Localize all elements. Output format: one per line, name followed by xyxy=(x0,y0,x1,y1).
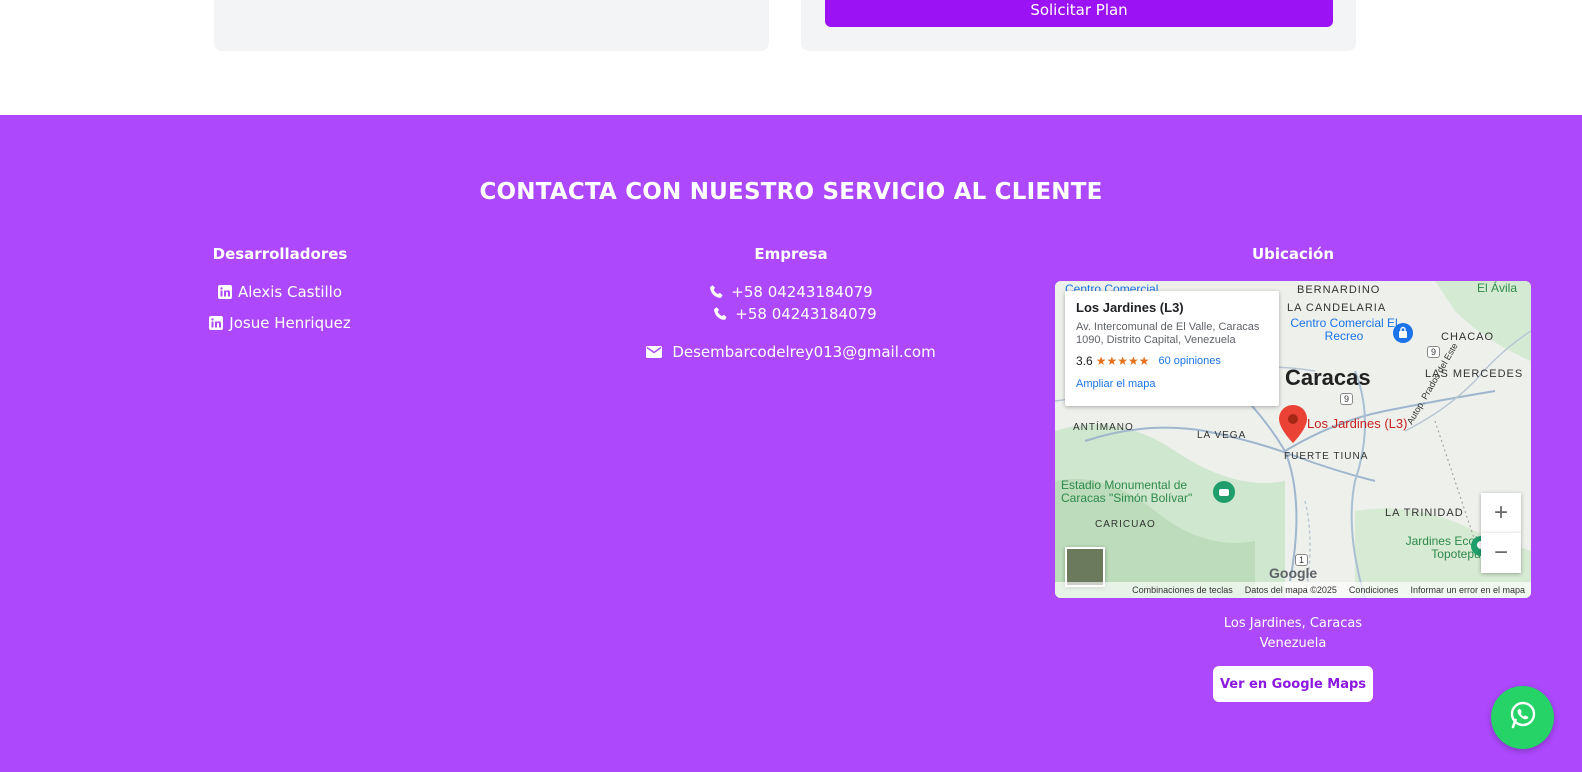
developer-link-alexis[interactable]: Alexis Castillo xyxy=(120,283,440,301)
map-marker-label: Los Jardines (L3) xyxy=(1307,416,1408,431)
whatsapp-icon xyxy=(1507,699,1539,736)
map-label-recreo: Centro Comercial El Recreo xyxy=(1290,316,1398,343)
address-line-2: Venezuela xyxy=(1259,636,1327,651)
contact-footer: CONTACTA CON NUESTRO SERVICIO AL CLIENTE… xyxy=(0,115,1582,772)
place-reviews-link[interactable]: 60 opiniones xyxy=(1158,355,1220,367)
place-rating-row: 3.6 ★★★★★ 60 opiniones xyxy=(1076,354,1268,368)
terms-link[interactable]: Condiciones xyxy=(1349,585,1399,595)
shopping-bag-icon xyxy=(1393,323,1413,348)
address-line-1: Los Jardines, Caracas xyxy=(1223,616,1363,631)
phone-icon xyxy=(709,284,725,300)
email-link[interactable]: Desembarcodelrey013@gmail.com xyxy=(625,343,957,361)
location-column: Ubicación Caracas BERNARDINO LA CANDELAR… xyxy=(1055,245,1531,702)
google-logo: Google xyxy=(1269,565,1318,581)
developers-column: Desarrolladores Alexis Castillo Josue He… xyxy=(120,245,440,332)
developers-heading: Desarrolladores xyxy=(212,245,348,263)
star-rating-icon: ★★★★★ xyxy=(1095,354,1150,368)
phone-link-2[interactable]: +58 04243184079 xyxy=(625,305,957,323)
map-footer: Combinaciones de teclas Datos del mapa ©… xyxy=(1055,582,1531,598)
linkedin-icon xyxy=(209,316,224,330)
map-label-caracas: Caracas xyxy=(1285,365,1371,390)
open-google-maps-button[interactable]: Ver en Google Maps xyxy=(1213,666,1373,702)
phone-link-1[interactable]: +58 04243184079 xyxy=(625,283,957,301)
keyboard-shortcuts-link[interactable]: Combinaciones de teclas xyxy=(1132,585,1233,595)
map-road-shield: 9 xyxy=(1340,393,1354,405)
map-data-label: Datos del mapa ©2025 xyxy=(1244,585,1337,595)
request-plan-button[interactable]: Solicitar Plan xyxy=(825,0,1333,27)
zoom-in-button[interactable]: + xyxy=(1481,493,1521,533)
company-heading: Empresa xyxy=(754,245,828,263)
map-label-tiuna: FUERTE TIUNA xyxy=(1284,451,1369,462)
phone-number: +58 04243184079 xyxy=(731,283,873,301)
plan-card-left xyxy=(214,0,769,51)
linkedin-icon xyxy=(217,285,232,299)
developer-name: Josue Henriquez xyxy=(229,314,351,332)
map-road-shield: 9 xyxy=(1427,346,1441,358)
map-label-candelaria: LA CANDELARIA xyxy=(1287,302,1387,314)
stadium-icon xyxy=(1213,481,1235,508)
map-label-estadio: Estadio Monumental de Caracas "Simón Bol… xyxy=(1061,478,1193,505)
map-place-card: Los Jardines (L3) Av. Intercomunal de El… xyxy=(1065,291,1279,406)
place-rating: 3.6 xyxy=(1076,354,1093,368)
developer-link-josue[interactable]: Josue Henriquez xyxy=(120,314,440,332)
footer-title: CONTACTA CON NUESTRO SERVICIO AL CLIENTE xyxy=(479,179,1103,205)
phone-number: +58 04243184079 xyxy=(735,305,877,323)
company-column: Empresa +58 04243184079 +58 04243184079 … xyxy=(625,245,957,361)
location-heading: Ubicación xyxy=(1251,245,1335,263)
map-label-antimano: ANTÍMANO xyxy=(1073,422,1134,433)
report-error-link[interactable]: Informar un error en el mapa xyxy=(1410,585,1525,595)
place-address: Av. Intercomunal de El Valle, Caracas 10… xyxy=(1076,321,1260,346)
email-address: Desembarcodelrey013@gmail.com xyxy=(672,343,936,361)
envelope-icon xyxy=(646,346,663,358)
map-label-avila: El Ávila xyxy=(1477,281,1518,295)
developer-name: Alexis Castillo xyxy=(237,283,343,301)
map-label-caricuao: CARICUAO xyxy=(1095,519,1156,530)
google-map-embed[interactable]: Caracas BERNARDINO LA CANDELARIA CHACAO … xyxy=(1055,281,1531,598)
plan-card-right: Solicitar Plan xyxy=(801,0,1356,51)
whatsapp-button[interactable] xyxy=(1491,686,1554,749)
plans-section: Solicitar Plan xyxy=(0,0,1582,115)
map-label-bernardino: BERNARDINO xyxy=(1297,284,1381,296)
map-label-vega: LA VEGA xyxy=(1197,430,1247,441)
satellite-layer-button[interactable] xyxy=(1065,547,1105,587)
place-name: Los Jardines (L3) xyxy=(1076,300,1184,315)
map-label-chacao: CHACAO xyxy=(1441,331,1495,343)
location-pin-icon xyxy=(1279,405,1307,448)
map-label-trinidad: LA TRINIDAD xyxy=(1385,507,1464,519)
phone-icon xyxy=(713,306,729,322)
zoom-out-button[interactable]: − xyxy=(1481,533,1521,573)
expand-map-link[interactable]: Ampliar el mapa xyxy=(1076,378,1268,390)
